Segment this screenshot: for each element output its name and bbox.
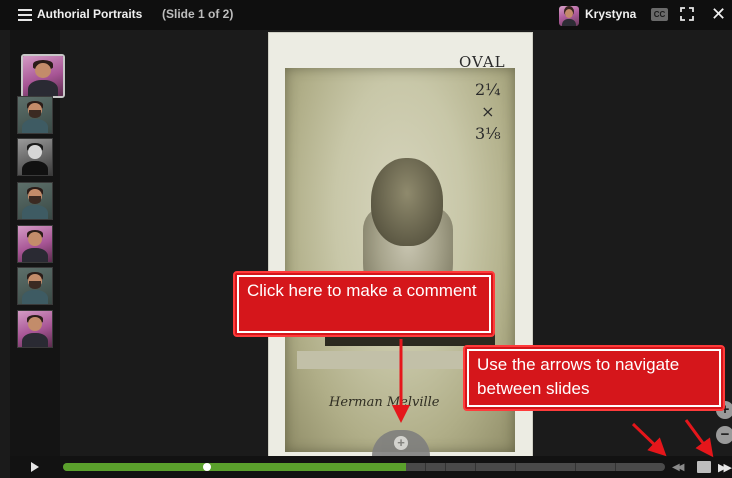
closed-captions-button[interactable]: CC xyxy=(651,8,668,21)
callout-navigate-hint: Use the arrows to navigate between slide… xyxy=(463,345,725,411)
presentation-title: Authorial Portraits xyxy=(37,7,143,21)
portrait-head xyxy=(371,158,443,246)
playback-control-bar: ◀◀ ▶▶ xyxy=(10,456,732,478)
thumbnail-man-portrait[interactable] xyxy=(17,182,53,220)
previous-slide-icon[interactable]: ◀◀ xyxy=(672,462,685,473)
slide-counter: (Slide 1 of 2) xyxy=(162,7,234,21)
progress-track[interactable] xyxy=(63,463,665,471)
thumbnail-man-portrait[interactable] xyxy=(17,267,53,305)
next-slide-icon[interactable]: ▶▶ xyxy=(718,461,732,474)
progress-segment-divider xyxy=(515,463,516,471)
progress-segment-divider xyxy=(445,463,446,471)
fullscreen-icon[interactable] xyxy=(680,7,694,21)
callout-comment-text: Click here to make a comment xyxy=(237,275,491,333)
progress-segment-divider xyxy=(425,463,426,471)
slides-overview-icon[interactable] xyxy=(697,461,711,473)
menu-icon[interactable] xyxy=(18,9,32,21)
thumbnail-woman-portrait[interactable] xyxy=(21,54,65,98)
progress-segment-divider xyxy=(475,463,476,471)
handwritten-dimensions-note: 2¼ × 3⅛ xyxy=(475,80,501,143)
thumbnail-woman-portrait[interactable] xyxy=(17,310,53,348)
presentation-viewer: Authorial Portraits (Slide 1 of 2) Kryst… xyxy=(0,0,732,478)
zoom-out-button[interactable]: − xyxy=(716,426,732,444)
user-name[interactable]: Krystyna xyxy=(585,7,636,21)
plus-icon: + xyxy=(394,436,408,450)
handwritten-signature: Herman Melville xyxy=(329,395,440,410)
top-bar: Authorial Portraits (Slide 1 of 2) Kryst… xyxy=(0,0,732,30)
callout-comment-hint: Click here to make a comment xyxy=(233,271,495,337)
progress-segment-divider xyxy=(615,463,616,471)
progress-fill xyxy=(63,463,407,471)
thumbnail-woman-portrait[interactable] xyxy=(17,225,53,263)
callout-navigate-text: Use the arrows to navigate between slide… xyxy=(467,349,721,407)
arrow-to-previous xyxy=(631,422,667,457)
handwritten-oval-note: OVAL xyxy=(459,53,506,71)
user-avatar[interactable] xyxy=(559,6,579,26)
thumbnail-man-portrait[interactable] xyxy=(17,96,53,134)
close-icon[interactable]: ✕ xyxy=(711,5,726,23)
thumbnail-bw-portrait[interactable] xyxy=(17,138,53,176)
play-icon[interactable] xyxy=(31,462,39,472)
slide-thumbnail-sidebar xyxy=(10,30,65,456)
arrow-to-next xyxy=(684,419,714,458)
progress-segment-divider xyxy=(575,463,576,471)
